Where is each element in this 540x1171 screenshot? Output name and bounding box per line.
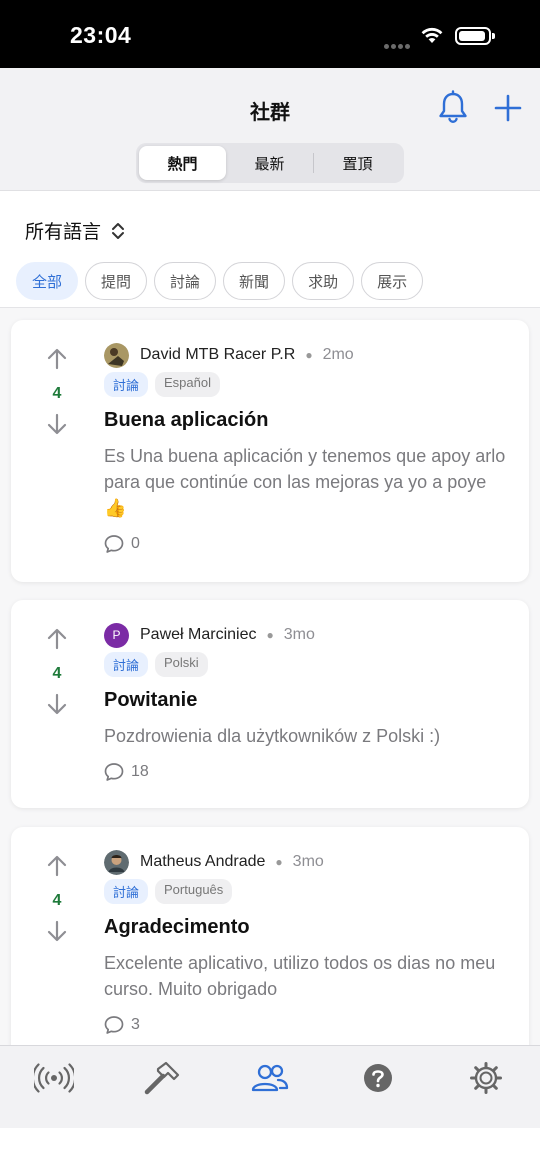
- post-age: 2mo: [322, 346, 354, 363]
- comment-count[interactable]: 18: [104, 762, 511, 782]
- chip-showcase[interactable]: 展示: [361, 262, 424, 300]
- comment-count[interactable]: 3: [104, 1015, 511, 1035]
- author-name[interactable]: Matheus Andrade: [140, 853, 265, 871]
- home-indicator-area: [0, 1128, 540, 1171]
- post-excerpt: Excelente aplicativo, utilizo todos os d…: [104, 953, 496, 999]
- separator-dot: ●: [266, 628, 274, 642]
- cellular-signal-icon: [384, 36, 412, 49]
- author-name[interactable]: Paweł Marciniec: [140, 626, 256, 644]
- post-excerpt: Es Una buena aplicación y tenemos que ap…: [104, 446, 506, 518]
- post-title[interactable]: Buena aplicación: [104, 409, 511, 432]
- vote-count: 4: [52, 665, 62, 682]
- downvote-arrow-icon[interactable]: [45, 920, 69, 942]
- post-card[interactable]: 4 Matheus Andrade ● 3mo 討論 Português Agr…: [11, 827, 529, 1045]
- tab-broadcast[interactable]: [32, 1060, 76, 1096]
- upvote-arrow-icon[interactable]: [45, 628, 69, 650]
- community-icon: [251, 1064, 289, 1092]
- post-title[interactable]: Agradecimento: [104, 916, 511, 939]
- tab-bar: [0, 1045, 540, 1128]
- separator-dot: ●: [305, 348, 313, 362]
- post-feed[interactable]: 4 David MTB Racer P.R ● 2mo 討論 Español B…: [0, 308, 540, 1045]
- language-tag: Español: [155, 372, 220, 397]
- author-name[interactable]: David MTB Racer P.R: [140, 346, 295, 364]
- language-filter-label: 所有語言: [25, 222, 102, 243]
- avatar[interactable]: [104, 342, 129, 368]
- tab-settings[interactable]: [464, 1060, 508, 1096]
- segment-latest[interactable]: 最新: [226, 146, 313, 180]
- comment-count-value: 18: [131, 763, 149, 780]
- avatar[interactable]: [104, 849, 129, 875]
- tab-tools[interactable]: [140, 1060, 184, 1096]
- nav-bar: 社群 熱門 最新 置頂: [0, 68, 540, 191]
- battery-icon: [455, 27, 495, 45]
- chip-news[interactable]: 新聞: [223, 262, 286, 300]
- post-age: 3mo: [283, 626, 315, 643]
- post-age: 3mo: [292, 853, 324, 870]
- help-icon: [364, 1064, 392, 1092]
- separator-dot: ●: [275, 855, 283, 869]
- tab-community[interactable]: [248, 1060, 292, 1096]
- avatar[interactable]: P: [104, 622, 129, 648]
- language-filter[interactable]: 所有語言: [25, 217, 125, 244]
- post-card[interactable]: 4 David MTB Racer P.R ● 2mo 討論 Español B…: [11, 320, 529, 582]
- chip-all[interactable]: 全部: [16, 262, 79, 300]
- segment-hot[interactable]: 熱門: [139, 146, 226, 180]
- tab-help[interactable]: [356, 1060, 400, 1096]
- vote-control: 4: [45, 628, 69, 720]
- settings-icon: [470, 1062, 502, 1094]
- post-excerpt: Pozdrowienia dla użytkowników z Polski :…: [104, 726, 441, 746]
- downvote-arrow-icon[interactable]: [45, 413, 69, 435]
- category-tag: 討論: [104, 879, 149, 904]
- vote-count: 4: [52, 892, 62, 909]
- comment-count-value: 3: [131, 1016, 140, 1033]
- comment-bubble-icon: [104, 535, 124, 553]
- comment-count[interactable]: 0: [104, 534, 511, 554]
- downvote-arrow-icon[interactable]: [45, 693, 69, 715]
- wifi-icon: [421, 27, 443, 43]
- category-chips: 全部 提問 討論 新聞 求助 展示: [16, 262, 424, 300]
- vote-control: 4: [45, 348, 69, 440]
- comment-count-value: 0: [131, 535, 140, 552]
- broadcast-icon: [34, 1063, 74, 1093]
- language-tag: Português: [155, 879, 233, 904]
- comment-bubble-icon: [104, 1016, 124, 1034]
- hammer-icon: [144, 1061, 180, 1095]
- sort-segmented-control: 熱門 最新 置頂: [136, 143, 404, 183]
- chevron-up-down-icon: [112, 222, 125, 239]
- upvote-arrow-icon[interactable]: [45, 855, 69, 877]
- post-card[interactable]: 4 P Paweł Marciniec ● 3mo 討論 Polski Powi…: [11, 600, 529, 808]
- bell-icon[interactable]: [436, 90, 470, 126]
- language-tag: Polski: [155, 652, 208, 677]
- status-time: 23:04: [70, 22, 132, 48]
- category-tag: 討論: [104, 652, 149, 677]
- post-title[interactable]: Powitanie: [104, 689, 511, 712]
- upvote-arrow-icon[interactable]: [45, 348, 69, 370]
- comment-bubble-icon: [104, 763, 124, 781]
- chip-question[interactable]: 提問: [85, 262, 148, 300]
- status-bar: 23:04: [0, 0, 540, 68]
- category-tag: 討論: [104, 372, 149, 397]
- add-post-button[interactable]: [494, 94, 522, 122]
- vote-control: 4: [45, 855, 69, 947]
- chip-help[interactable]: 求助: [292, 262, 355, 300]
- vote-count: 4: [52, 385, 62, 402]
- segment-pinned[interactable]: 置頂: [314, 146, 401, 180]
- chip-discussion[interactable]: 討論: [154, 262, 217, 300]
